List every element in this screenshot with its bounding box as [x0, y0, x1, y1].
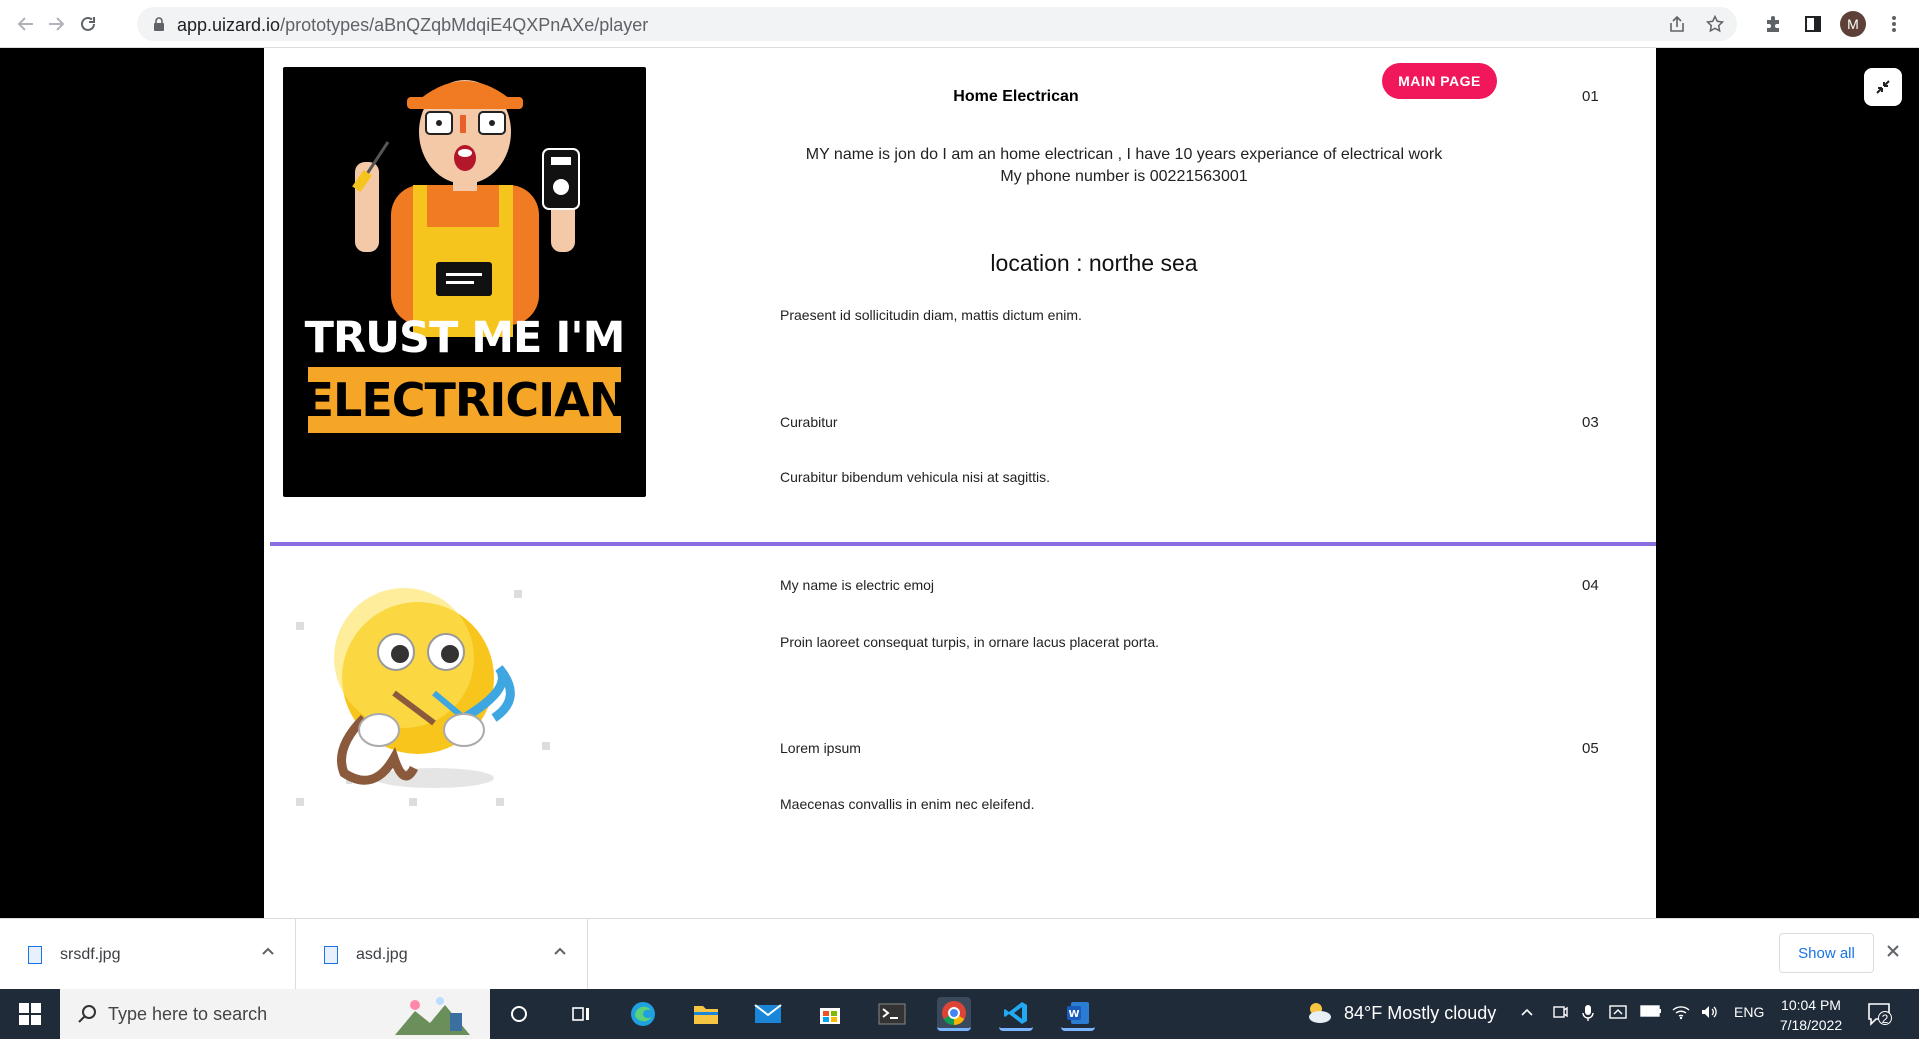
- item3-number: 03: [1582, 414, 1599, 431]
- screen-share-icon[interactable]: [1608, 1004, 1628, 1025]
- section1-number: 01: [1582, 88, 1599, 105]
- vscode-icon[interactable]: [999, 997, 1033, 1031]
- taskbar-clock[interactable]: 10:04 PM 7/18/2022: [1770, 995, 1852, 1035]
- item5-text: Maecenas convallis in enim nec eleifend.: [780, 796, 1035, 812]
- weather-text[interactable]: 84°F Mostly cloudy: [1344, 1003, 1496, 1024]
- cortana-icon[interactable]: [502, 997, 536, 1031]
- chrome-icon[interactable]: [937, 997, 971, 1031]
- svg-text:W: W: [1068, 1009, 1079, 1020]
- profile-avatar[interactable]: M: [1840, 11, 1866, 37]
- forward-icon[interactable]: [44, 12, 68, 36]
- weather-cloud-icon[interactable]: [1304, 999, 1332, 1030]
- extensions-icon[interactable]: [1761, 12, 1785, 36]
- electrician-text: ELECTRICIAN: [302, 373, 628, 427]
- emoji-illustration: [296, 588, 550, 806]
- meet-now-icon[interactable]: [1552, 1004, 1568, 1023]
- section2-description: Proin laoreet consequat turpis, in ornar…: [780, 634, 1159, 650]
- section1-description: Praesent id sollicitudin diam, mattis di…: [780, 307, 1082, 323]
- url-text[interactable]: app.uizard.io/prototypes/aBnQZqbMdqiE4QX…: [177, 15, 648, 36]
- browser-toolbar: app.uizard.io/prototypes/aBnQZqbMdqiE4QX…: [0, 0, 1919, 48]
- section1-title: Home Electrican: [953, 88, 1079, 105]
- windows-start-icon[interactable]: [0, 989, 60, 1039]
- language-indicator[interactable]: ENG: [1734, 1004, 1764, 1020]
- share-icon[interactable]: [1667, 14, 1687, 34]
- chevron-up-icon[interactable]: [553, 943, 567, 961]
- bookmark-star-icon[interactable]: [1705, 14, 1725, 34]
- section2-number: 04: [1582, 577, 1599, 594]
- word-icon[interactable]: W: [1061, 997, 1095, 1031]
- reload-icon[interactable]: [76, 12, 100, 36]
- file-explorer-icon[interactable]: [689, 997, 723, 1031]
- lock-icon[interactable]: [149, 14, 169, 34]
- electrician-image: TRUST ME I'M A ELECTRICIAN: [283, 67, 646, 497]
- section-divider: [270, 542, 1656, 546]
- notification-center-icon[interactable]: 2: [1866, 1001, 1892, 1027]
- collapse-icon: [1876, 80, 1890, 94]
- item3-text: Curabitur bibendum vehicula nisi at sagi…: [780, 469, 1051, 485]
- terminal-icon[interactable]: [875, 997, 909, 1031]
- task-view-icon[interactable]: [564, 997, 598, 1031]
- download-item[interactable]: asd.jpg: [296, 919, 588, 990]
- address-bar[interactable]: app.uizard.io/prototypes/aBnQZqbMdqiE4QX…: [137, 7, 1737, 41]
- downloads-bar: srsdf.jpg asd.jpg Show all: [0, 918, 1919, 990]
- battery-icon[interactable]: [1640, 1004, 1662, 1020]
- side-panel-icon[interactable]: [1801, 12, 1825, 36]
- prototype-player: TRUST ME I'M A ELECTRICIAN MAIN PAGE Hom…: [0, 48, 1919, 918]
- image-file-icon: [28, 945, 42, 964]
- mail-icon[interactable]: [751, 997, 785, 1031]
- download-item[interactable]: srsdf.jpg: [0, 919, 296, 990]
- windows-taskbar: Type here to search W 84°F Mostly cloudy: [0, 989, 1919, 1039]
- microphone-icon[interactable]: [1582, 1004, 1594, 1025]
- exit-fullscreen-button[interactable]: [1864, 68, 1902, 106]
- download-filename: asd.jpg: [356, 945, 408, 963]
- item3-title: Curabitur: [780, 414, 838, 430]
- item5-title: Lorem ipsum: [780, 740, 861, 756]
- section2-title: My name is electric emoj: [780, 577, 935, 593]
- volume-icon[interactable]: [1700, 1004, 1718, 1023]
- search-highlight-illustration: [390, 993, 480, 1035]
- url-path: /prototypes/aBnQZqbMdqiE4QXPnAXe/player: [280, 15, 649, 35]
- back-icon[interactable]: [14, 12, 38, 36]
- location-text: location : northe sea: [990, 250, 1198, 276]
- search-icon: [76, 1003, 98, 1030]
- url-host: app.uizard.io: [177, 15, 281, 35]
- electrician-illustration: [352, 80, 580, 337]
- bio-line-2: My phone number is 00221563001: [1000, 168, 1248, 185]
- notification-count-badge: 2: [1878, 1011, 1892, 1026]
- taskbar-search-input[interactable]: Type here to search: [60, 989, 490, 1039]
- prototype-screen: TRUST ME I'M A ELECTRICIAN MAIN PAGE Hom…: [264, 48, 1656, 918]
- close-icon[interactable]: [1886, 941, 1900, 964]
- chevron-up-icon[interactable]: [1520, 1004, 1534, 1020]
- chevron-up-icon[interactable]: [261, 943, 275, 961]
- wifi-icon[interactable]: [1672, 1004, 1690, 1023]
- store-icon[interactable]: [813, 997, 847, 1031]
- edge-icon[interactable]: [626, 997, 660, 1031]
- electric-emoji-image: [284, 568, 584, 868]
- main-page-button[interactable]: MAIN PAGE: [1382, 63, 1497, 99]
- clock-date: 7/18/2022: [1779, 1017, 1843, 1033]
- search-placeholder: Type here to search: [108, 1003, 268, 1024]
- bio-line-1: MY name is jon do I am an home electrica…: [805, 146, 1443, 163]
- clock-time: 10:04 PM: [1781, 997, 1841, 1013]
- image-file-icon: [324, 945, 338, 964]
- item5-number: 05: [1582, 740, 1599, 757]
- show-all-button[interactable]: Show all: [1779, 933, 1874, 973]
- electrician-label-box: ELECTRICIAN: [303, 367, 627, 433]
- menu-kebab-icon[interactable]: [1882, 12, 1906, 36]
- bio-text: MY name is jon do I am an home electrica…: [774, 144, 1474, 188]
- download-filename: srsdf.jpg: [60, 945, 121, 963]
